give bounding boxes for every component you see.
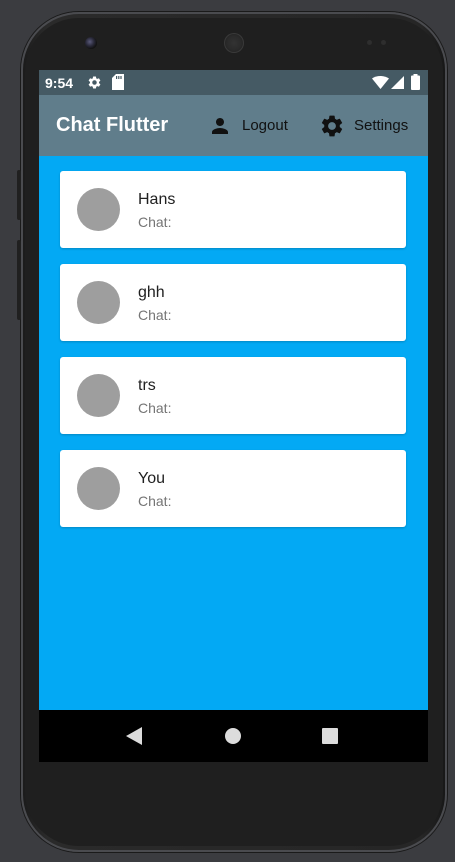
sd-card-icon <box>112 74 124 95</box>
recents-button[interactable] <box>305 710 355 762</box>
settings-button[interactable]: Settings <box>319 95 408 156</box>
person-icon <box>208 114 232 138</box>
earpiece-speaker <box>224 33 244 53</box>
wifi-icon <box>372 76 389 94</box>
gear-icon <box>319 113 345 139</box>
chat-subtitle: Chat: <box>138 214 172 230</box>
front-camera <box>85 37 97 49</box>
chat-name: ghh <box>138 284 165 301</box>
chat-name: trs <box>138 377 156 394</box>
logout-label: Logout <box>242 117 288 134</box>
gear-icon <box>87 75 102 95</box>
chat-list-item[interactable]: trs Chat: <box>60 357 406 434</box>
avatar <box>77 374 120 417</box>
avatar <box>77 467 120 510</box>
avatar <box>77 281 120 324</box>
signal-icon <box>391 76 404 94</box>
home-button[interactable] <box>208 710 258 762</box>
back-button[interactable] <box>109 710 159 762</box>
chat-list-item[interactable]: ghh Chat: <box>60 264 406 341</box>
logout-button[interactable]: Logout <box>208 95 288 156</box>
chat-list: Hans Chat: ghh Chat: trs Chat: You Chat: <box>60 171 406 543</box>
avatar <box>77 188 120 231</box>
light-sensor <box>381 40 386 45</box>
app-bar: Chat Flutter Logout Settings <box>39 95 428 156</box>
status-time: 9:54 <box>45 75 74 91</box>
device-screen: 9:54 Chat Flutter Logout Settings Hans C… <box>39 70 428 762</box>
side-button <box>17 240 21 320</box>
system-nav-bar <box>39 710 428 762</box>
chat-subtitle: Chat: <box>138 493 172 509</box>
status-bar: 9:54 <box>39 70 428 95</box>
chat-list-item[interactable]: You Chat: <box>60 450 406 527</box>
recents-icon <box>322 728 338 744</box>
chat-list-item[interactable]: Hans Chat: <box>60 171 406 248</box>
side-button <box>17 170 21 220</box>
chat-name: You <box>138 470 165 487</box>
app-title: Chat Flutter <box>56 114 169 136</box>
chat-subtitle: Chat: <box>138 307 172 323</box>
home-icon <box>225 728 241 744</box>
settings-label: Settings <box>354 117 409 134</box>
chat-subtitle: Chat: <box>138 400 172 416</box>
battery-icon <box>411 74 420 95</box>
proximity-sensor <box>367 40 372 45</box>
chat-name: Hans <box>138 191 176 208</box>
back-icon <box>126 727 142 745</box>
